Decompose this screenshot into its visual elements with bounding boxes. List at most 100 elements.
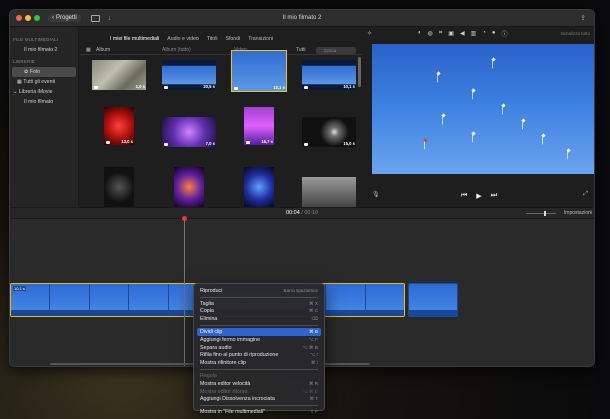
menu-item-split-clip[interactable]: Dividi clip ⌘ B <box>197 328 321 336</box>
projects-back-button[interactable]: ‹ Progetti <box>48 14 81 22</box>
clip-duration: 10,1 s <box>273 85 285 90</box>
media-thumbnail[interactable]: 7,0 s <box>162 117 216 147</box>
sidebar-item-my-movie[interactable]: Il mio filmato <box>10 97 78 107</box>
menu-item-delete[interactable]: Elimina ⌫ <box>197 315 321 323</box>
crop-icon[interactable]: ⌗ <box>439 30 442 37</box>
magic-wand-icon[interactable]: ✧ <box>367 30 372 37</box>
menu-item-label: Dividi clip <box>200 329 223 336</box>
menu-separator <box>200 369 318 371</box>
menu-item-play[interactable]: Riproduci Barra spaziatrice <box>197 287 321 295</box>
media-thumbnail[interactable]: 16,7 s <box>244 107 274 145</box>
timeline-header: 00:04 / 00:10 Impostazioni <box>10 207 594 219</box>
timecode-total: 00:10 <box>304 210 319 216</box>
import-icon[interactable]: ↓ <box>108 15 112 22</box>
browser-scrollbar[interactable] <box>358 57 361 87</box>
clip-duration: 16,7 s <box>261 139 273 144</box>
speed-icon[interactable]: ◔ <box>482 30 486 36</box>
menu-item-cut[interactable]: Taglia ⌘ X <box>197 300 321 308</box>
menu-section-adjust: Regola <box>200 373 217 380</box>
video-icon <box>164 86 168 89</box>
menu-item-label: Copia <box>200 308 214 315</box>
clip-duration: 1,0 s <box>135 84 145 89</box>
filter-icon[interactable]: ● <box>492 30 496 36</box>
menu-item-clip-trimmer[interactable]: Mostra rifinitore clip ⌘ \ <box>197 359 321 367</box>
menu-item-shortcut: ⌘ X <box>309 300 318 306</box>
menu-item-reveal-in-media[interactable]: Mostra in "File multimediali" ⇧ F <box>197 408 321 416</box>
color-balance-icon[interactable]: ◐ <box>418 30 422 36</box>
media-thumbnail[interactable]: 10,1 s <box>302 60 356 90</box>
grid-view-icon[interactable]: ▦ <box>86 47 91 53</box>
color-correction-icon[interactable]: ◍ <box>428 30 433 37</box>
library-list-icon[interactable] <box>90 14 100 22</box>
tab-transitions[interactable]: Transizioni <box>248 36 273 42</box>
clip-duration: 7,0 s <box>205 141 215 146</box>
menu-item-shortcut: ⌥ F <box>308 336 318 342</box>
menu-item-cross-dissolve[interactable]: Aggiungi Dissolvenza incrociata ⌘ T <box>197 396 321 404</box>
sidebar-item-all-events[interactable]: ▦ Tutti gli eventi <box>10 77 78 87</box>
close-window-button[interactable] <box>16 15 22 21</box>
menu-item-label: Separa audio <box>200 344 232 351</box>
menu-item-shortcut: ⌘ \ <box>310 360 318 366</box>
play-icon[interactable]: ▶ <box>476 192 481 200</box>
volume-icon[interactable]: ◀ <box>460 30 465 37</box>
menu-separator <box>200 325 318 327</box>
media-thumbnail[interactable] <box>244 167 274 207</box>
menu-item-trim-to-playhead[interactable]: Rifila fino al punto di riproduzione ⌥ / <box>197 352 321 360</box>
zoom-slider-knob[interactable] <box>544 211 546 216</box>
tab-titles[interactable]: Titoli <box>207 36 218 42</box>
menu-separator <box>200 405 318 407</box>
sidebar-item-label: Tutti gli eventi <box>23 79 56 85</box>
clip-duration-label: 10,1 s <box>13 286 26 291</box>
album-all-label: Album (tutto) <box>162 47 191 53</box>
sidebar-item-label: Libreria iMovie <box>18 89 53 95</box>
menu-item-shortcut: ⇧ F <box>310 409 318 415</box>
window-controls <box>16 15 40 21</box>
menu-item-shortcut: ⌥ ⌘ B <box>302 344 318 350</box>
media-thumbnail[interactable]: 1,0 s <box>92 60 146 90</box>
sidebar-item-library[interactable]: ⌄ Libreria iMovie <box>10 87 78 97</box>
minimize-window-button[interactable] <box>25 15 31 21</box>
next-icon[interactable]: ⏭ <box>491 192 497 200</box>
menu-item-freeze-frame[interactable]: Aggiungi fermo immagine ⌥ F <box>197 336 321 344</box>
timeline-settings-button[interactable]: Impostazioni <box>564 210 592 216</box>
sidebar-item-photos[interactable]: ✿ Foto <box>12 67 76 77</box>
maximize-window-button[interactable] <box>34 15 40 21</box>
chevron-left-icon: ‹ <box>52 15 54 21</box>
share-icon[interactable]: ⇪ <box>580 14 586 22</box>
menu-item-label: Elimina <box>200 316 218 323</box>
noise-reduction-icon[interactable]: ▥ <box>471 30 477 37</box>
menu-item-label: Riproduci <box>200 287 223 294</box>
video-icon <box>106 141 110 144</box>
stabilization-icon[interactable]: ▣ <box>448 30 454 37</box>
tab-my-media[interactable]: I miei file multimediali <box>110 36 159 42</box>
menu-item-speed-editor[interactable]: Mostra editor velocità ⌘ R <box>197 380 321 388</box>
media-thumbnail[interactable]: 15,0 s <box>302 117 356 147</box>
video-preview <box>372 44 594 174</box>
media-browser: FILE MULTIMEDIALI Il mio filmato 2 LIBRE… <box>10 27 362 207</box>
title-bar: ‹ Progetti ↓ Il mio filmato 2 ⇪ <box>10 10 594 27</box>
media-thumbnail-selected[interactable]: 10,1 s <box>231 50 287 92</box>
tab-backgrounds[interactable]: Sfondi <box>226 36 241 42</box>
all-clips-dropdown[interactable]: Tutti <box>296 47 306 53</box>
timeline-clip[interactable] <box>408 283 458 317</box>
media-thumbnail[interactable] <box>174 167 204 207</box>
previous-icon[interactable]: ⏮ <box>461 192 467 200</box>
media-grid: 1,0 s 20,5 s 10,1 s 10,1 s 13,0 s 7,0 s … <box>86 50 356 207</box>
video-icon <box>304 143 308 146</box>
media-thumbnail[interactable] <box>302 177 356 207</box>
album-dropdown[interactable]: Album <box>96 47 110 53</box>
sidebar-item-project[interactable]: Il mio filmato 2 <box>10 45 78 55</box>
media-thumbnail[interactable]: 20,5 s <box>162 60 216 90</box>
menu-item-copy[interactable]: Copia ⌘ C <box>197 308 321 316</box>
reset-all-button[interactable]: Inizializza tutto <box>560 31 590 36</box>
search-input[interactable]: Cerca <box>316 47 356 54</box>
media-thumbnail[interactable] <box>104 167 134 207</box>
tab-audio-video[interactable]: Audio e video <box>167 36 198 42</box>
menu-item-detach-audio[interactable]: Separa audio ⌥ ⌘ B <box>197 344 321 352</box>
browser-tabs: I miei file multimediali Audio e video T… <box>110 36 273 42</box>
media-thumbnail[interactable]: 13,0 s <box>104 107 134 145</box>
info-icon[interactable]: ⓘ <box>502 29 508 38</box>
video-icon <box>164 143 168 146</box>
zoom-slider[interactable] <box>526 213 556 214</box>
fullscreen-icon[interactable]: ⤢ <box>583 191 588 198</box>
